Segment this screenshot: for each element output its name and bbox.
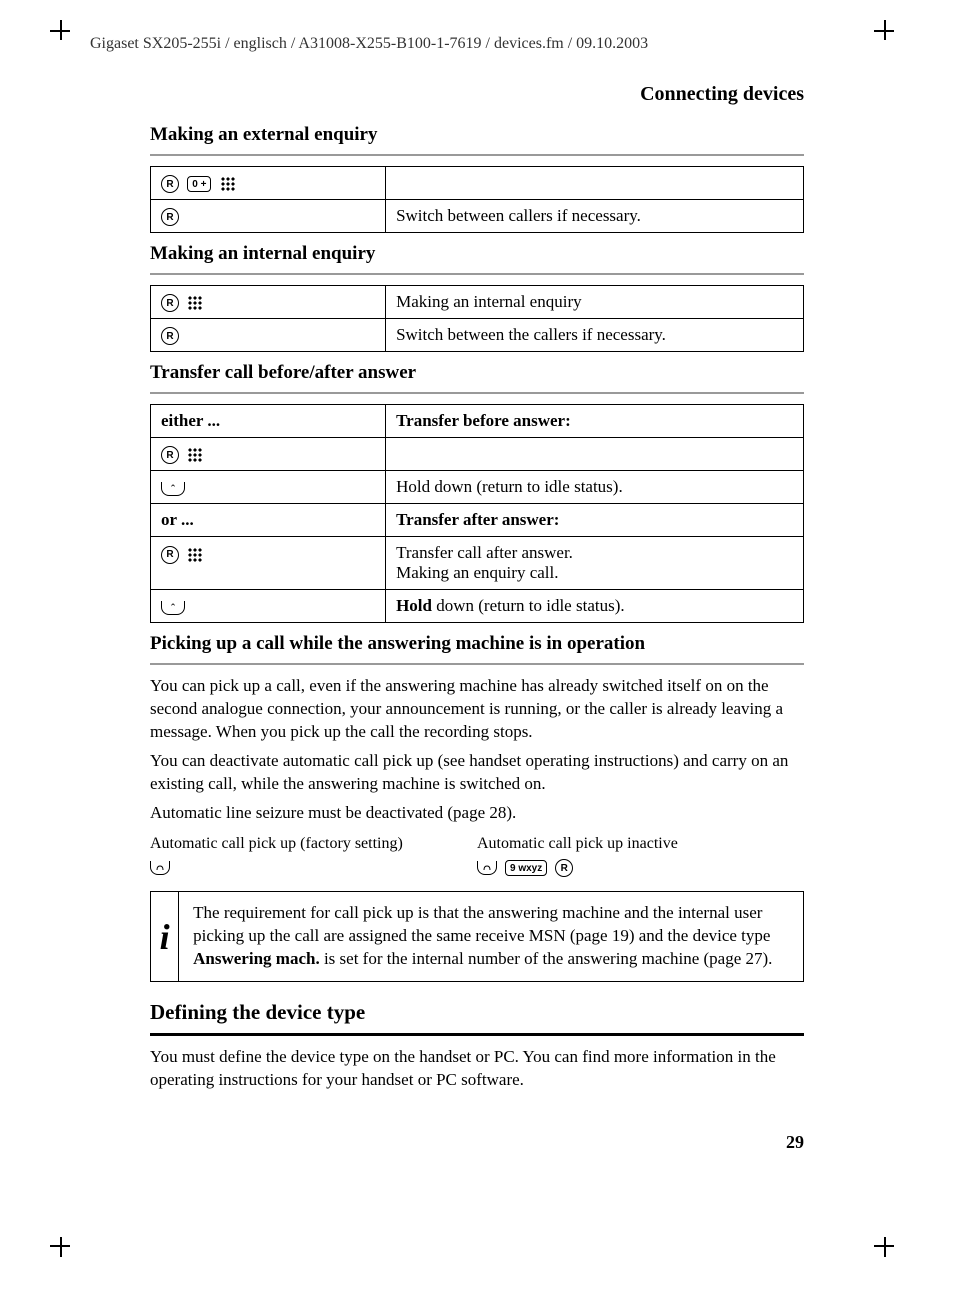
table-row: ⌃ Hold down (return to idle status). [151, 471, 804, 504]
col-left: Automatic call pick up (factory setting) [150, 835, 477, 877]
table-row: R Switch between callers if necessary. [151, 200, 804, 233]
heading-external-enquiry: Making an external enquiry [150, 124, 804, 146]
r-key-icon: R [161, 446, 179, 464]
r-key-icon: R [161, 294, 179, 312]
header-cell: Transfer after answer: [386, 504, 804, 537]
columns: Automatic call pick up (factory setting)… [150, 835, 804, 877]
paragraph: You must define the device type on the h… [150, 1046, 804, 1092]
info-box: i The requirement for call pick up is th… [150, 891, 804, 982]
desc-cell: Making an internal enquiry [386, 286, 804, 319]
table-internal-enquiry: R Making an internal enquiry R Switch be… [150, 285, 804, 352]
paragraph: You can deactivate automatic call pick u… [150, 750, 804, 796]
talk-key-icon [477, 861, 497, 875]
rest: down (return to idle status). [432, 596, 625, 615]
col-label: Automatic call pick up (factory setting) [150, 835, 477, 853]
content: Connecting devices Making an external en… [150, 83, 804, 1153]
crop-mark [884, 20, 886, 40]
keypad-icon [220, 176, 236, 192]
table-header-row: or ... Transfer after answer: [151, 504, 804, 537]
header-cell: Transfer before answer: [386, 405, 804, 438]
crop-mark [60, 1237, 62, 1257]
r-key-icon: R [555, 859, 573, 877]
table-row: R Making an internal enquiry [151, 286, 804, 319]
desc-cell: Hold down (return to idle status). [386, 590, 804, 623]
heading-internal-enquiry: Making an internal enquiry [150, 243, 804, 265]
line1: Transfer call after answer. [396, 543, 573, 562]
desc-cell: Hold down (return to idle status). [386, 471, 804, 504]
heading-pickup: Picking up a call while the answering ma… [150, 633, 804, 655]
page: Gigaset SX205-255i / englisch / A31008-X… [0, 0, 954, 1307]
key-cell: R [151, 537, 386, 590]
key-cell: R [151, 286, 386, 319]
page-number: 29 [150, 1132, 804, 1153]
keypad-icon [187, 447, 203, 463]
handset-icon: ⌃ [161, 601, 185, 615]
rule [150, 392, 804, 394]
heading-device-type: Defining the device type [150, 1000, 804, 1025]
talk-key-icon [150, 861, 170, 875]
section-title: Connecting devices [150, 83, 804, 106]
key-cell: R [151, 438, 386, 471]
info-text: The requirement for call pick up is that… [179, 892, 803, 981]
paragraph: Automatic line seizure must be deactivat… [150, 802, 804, 825]
header-cell: either ... [151, 405, 386, 438]
rule [150, 663, 804, 665]
bold: Hold [396, 596, 432, 615]
table-row: R Switch between the callers if necessar… [151, 319, 804, 352]
nine-key-icon: 9 wxyz [505, 860, 547, 876]
crop-mark [60, 20, 62, 40]
table-external-enquiry: R 0 + R Switch between callers if necess… [150, 166, 804, 233]
key-cell: R [151, 200, 386, 233]
table-row: ⌃ Hold down (return to idle status). [151, 590, 804, 623]
info-bold: Answering mach. [193, 949, 320, 968]
info-icon: i [151, 892, 179, 981]
info-b: is set for the internal number of the an… [320, 949, 773, 968]
table-transfer: either ... Transfer before answer: R ⌃ H… [150, 404, 804, 623]
zero-key-icon: 0 + [187, 176, 211, 192]
crop-mark [884, 1237, 886, 1257]
table-row: R [151, 438, 804, 471]
col-label: Automatic call pick up inactive [477, 835, 804, 853]
key-cell: ⌃ [151, 590, 386, 623]
key-cell: R [151, 319, 386, 352]
key-seq [150, 859, 477, 877]
info-a: The requirement for call pick up is that… [193, 903, 770, 945]
heading-transfer: Transfer call before/after answer [150, 362, 804, 384]
r-key-icon: R [161, 175, 179, 193]
keypad-icon [187, 295, 203, 311]
key-cell: ⌃ [151, 471, 386, 504]
paragraph: You can pick up a call, even if the answ… [150, 675, 804, 744]
r-key-icon: R [161, 546, 179, 564]
key-seq: 9 wxyz R [477, 859, 804, 877]
rule [150, 154, 804, 156]
rule [150, 273, 804, 275]
r-key-icon: R [161, 208, 179, 226]
desc-cell: Switch between the callers if necessary. [386, 319, 804, 352]
table-row: R 0 + [151, 167, 804, 200]
keypad-icon [187, 547, 203, 563]
r-key-icon: R [161, 327, 179, 345]
desc-cell [386, 167, 804, 200]
table-header-row: either ... Transfer before answer: [151, 405, 804, 438]
line2: Making an enquiry call. [396, 563, 558, 582]
table-row: R Transfer call after answer. Making an … [151, 537, 804, 590]
header-cell: or ... [151, 504, 386, 537]
desc-cell [386, 438, 804, 471]
handset-icon: ⌃ [161, 482, 185, 496]
col-right: Automatic call pick up inactive 9 wxyz R [477, 835, 804, 877]
header-path: Gigaset SX205-255i / englisch / A31008-X… [90, 30, 864, 53]
key-cell: R 0 + [151, 167, 386, 200]
rule-dark [150, 1033, 804, 1036]
desc-cell: Transfer call after answer. Making an en… [386, 537, 804, 590]
desc-cell: Switch between callers if necessary. [386, 200, 804, 233]
